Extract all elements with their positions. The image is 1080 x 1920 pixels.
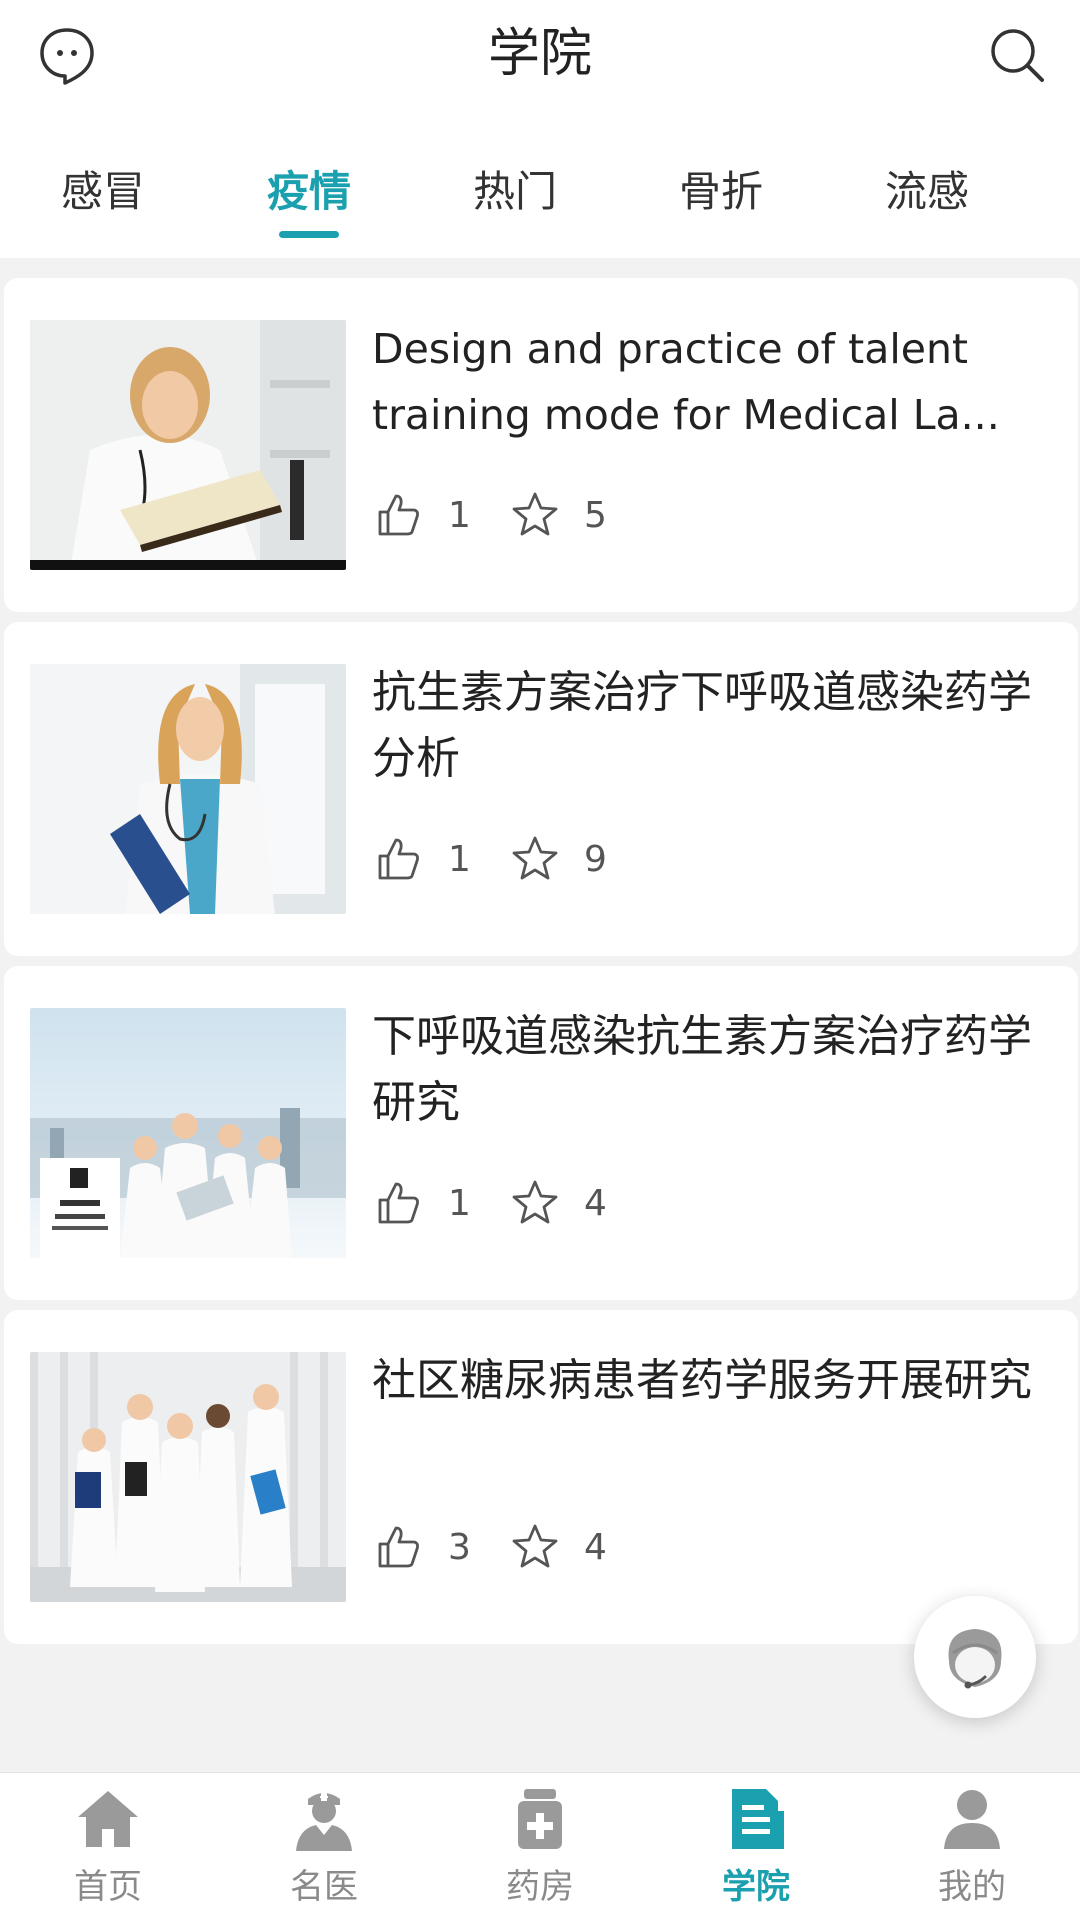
academy-icon — [722, 1785, 790, 1853]
nav-bar: 学院 — [0, 0, 1080, 110]
medical-team-standing-image — [30, 1352, 346, 1602]
article-card[interactable]: 社区糖尿病患者药学服务开展研究 3 4 — [4, 1310, 1078, 1644]
like-count: 3 — [448, 1527, 471, 1568]
pharmacy-icon — [506, 1785, 574, 1853]
user-icon — [938, 1785, 1006, 1853]
article-stats: 3 4 — [374, 1518, 774, 1578]
article-title: 下呼吸道感染抗生素方案治疗药学研究 — [372, 1011, 1032, 1128]
doctor-icon — [290, 1785, 358, 1853]
tab-cold[interactable]: 感冒 — [0, 150, 206, 234]
tab-popular[interactable]: 热门 — [412, 150, 618, 234]
nav-item-profile[interactable]: 我的 — [864, 1773, 1080, 1920]
article-title: 社区糖尿病患者药学服务开展研究 — [372, 1355, 1032, 1406]
doctor-reading-book-image — [30, 320, 346, 570]
doctor-with-clipboard-image — [30, 664, 346, 914]
article-thumbnail — [30, 1008, 346, 1258]
like-icon[interactable] — [374, 1178, 424, 1228]
tab-epidemic[interactable]: 疫情 — [206, 150, 412, 238]
favorite-count: 4 — [584, 1183, 607, 1224]
search-button[interactable] — [982, 20, 1052, 90]
article-title: Design and practice of talent training m… — [372, 325, 1000, 439]
app-screen: 学院 感冒 疫情 热门 骨折 流感 Design and practice of… — [0, 0, 1080, 1920]
article-card[interactable]: 抗生素方案治疗下呼吸道感染药学分析 1 9 — [4, 622, 1078, 956]
like-icon[interactable] — [374, 1522, 424, 1572]
page-title: 学院 — [487, 24, 592, 84]
like-icon[interactable] — [374, 834, 424, 884]
favorite-count: 5 — [584, 495, 607, 536]
article-thumbnail — [30, 1352, 346, 1602]
group-of-doctors-eye-chart-image — [30, 1008, 346, 1258]
tab-fracture[interactable]: 骨折 — [618, 150, 824, 234]
customer-service-button[interactable] — [914, 1596, 1036, 1718]
nav-label: 我的 — [938, 1867, 1006, 1907]
tab-label: 骨折 — [678, 167, 763, 216]
nav-label: 名医 — [290, 1867, 358, 1907]
favorite-count: 4 — [584, 1527, 607, 1568]
header: 学院 感冒 疫情 热门 骨折 流感 — [0, 0, 1080, 258]
article-card[interactable]: 下呼吸道感染抗生素方案治疗药学研究 1 4 — [4, 966, 1078, 1300]
star-icon[interactable] — [510, 834, 560, 884]
article-stats: 1 9 — [374, 830, 774, 890]
category-tabs: 感冒 疫情 热门 骨折 流感 — [0, 150, 1080, 258]
nav-label: 药房 — [506, 1867, 574, 1907]
home-icon — [74, 1785, 142, 1853]
nav-label: 首页 — [74, 1867, 142, 1907]
customer-service-icon — [948, 1629, 1002, 1689]
article-thumbnail — [30, 320, 346, 570]
tab-label: 热门 — [472, 167, 557, 216]
star-icon[interactable] — [510, 1178, 560, 1228]
like-count: 1 — [448, 839, 471, 880]
nav-label: 学院 — [722, 1867, 790, 1907]
search-icon — [991, 29, 1044, 82]
like-icon[interactable] — [374, 490, 424, 540]
article-stats: 1 5 — [374, 486, 774, 546]
tab-label: 疫情 — [266, 167, 351, 216]
star-icon[interactable] — [510, 1522, 560, 1572]
tab-label: 流感 — [884, 167, 969, 216]
nav-item-home[interactable]: 首页 — [0, 1773, 216, 1920]
nav-item-academy[interactable]: 学院 — [648, 1773, 864, 1920]
article-title: 抗生素方案治疗下呼吸道感染药学分析 — [372, 667, 1032, 784]
like-count: 1 — [448, 1183, 471, 1224]
bottom-navigation: 首页 名医 药房 学院 我的 — [0, 1772, 1080, 1920]
article-thumbnail — [30, 664, 346, 914]
tab-label: 感冒 — [60, 167, 145, 216]
article-stats: 1 4 — [374, 1174, 774, 1234]
article-card[interactable]: Design and practice of talent training m… — [4, 278, 1078, 612]
like-count: 1 — [448, 495, 471, 536]
nav-item-doctors[interactable]: 名医 — [216, 1773, 432, 1920]
tab-flu[interactable]: 流感 — [824, 150, 1030, 234]
favorite-count: 9 — [584, 839, 607, 880]
active-tab-indicator — [279, 231, 339, 238]
star-icon[interactable] — [510, 490, 560, 540]
nav-item-pharmacy[interactable]: 药房 — [432, 1773, 648, 1920]
